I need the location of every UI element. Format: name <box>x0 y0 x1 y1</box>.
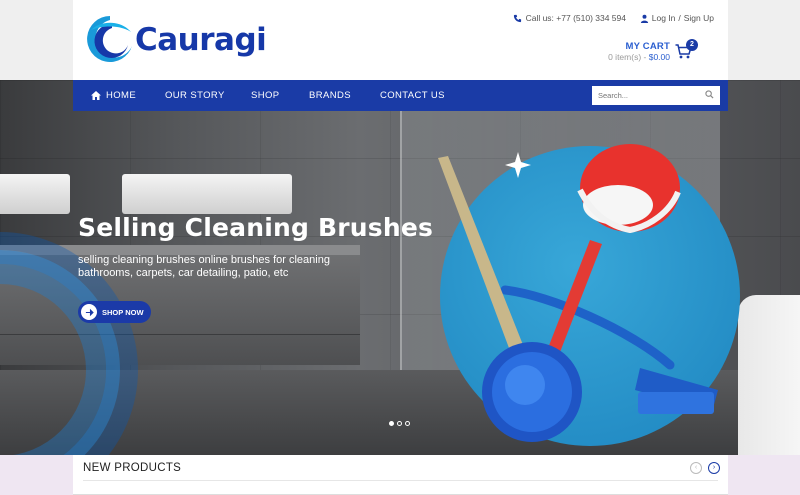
search-icon[interactable] <box>705 90 714 99</box>
hero-description: selling cleaning brushes online brushes … <box>78 254 330 279</box>
shop-now-button[interactable]: SHOP NOW <box>78 301 151 323</box>
prev-arrow-button[interactable]: ‹ <box>690 462 702 474</box>
new-products-title: NEW PRODUCTS <box>83 462 182 474</box>
cleaning-brushes-image <box>438 144 718 442</box>
cart-summary: 0 item(s) - $0.00 <box>608 52 670 62</box>
cart-items-text: 0 item(s) - <box>608 52 649 62</box>
cart-count-badge: 2 <box>686 39 698 51</box>
next-arrow-button[interactable]: › <box>708 462 720 474</box>
nav-shop[interactable]: SHOP <box>251 80 280 111</box>
nav-home[interactable]: HOME <box>91 80 136 111</box>
account-separator: / <box>678 13 681 23</box>
section-divider <box>83 480 718 481</box>
account-links: Log In / Sign Up <box>640 13 714 23</box>
user-icon <box>640 14 648 23</box>
slider-dots <box>389 421 410 426</box>
new-products-bar: NEW PRODUCTS ‹ › <box>73 455 728 495</box>
header-bar: Cauragi Call us: +77 (510) 334 594 Log I… <box>73 0 728 80</box>
mini-cart[interactable]: MY CART 0 item(s) - $0.00 2 <box>604 39 714 66</box>
nav-home-label: HOME <box>106 90 137 101</box>
logo[interactable]: Cauragi <box>83 12 267 66</box>
shop-now-label: SHOP NOW <box>102 307 144 317</box>
contact-info: Call us: +77 (510) 334 594 <box>513 13 626 23</box>
slider-dot[interactable] <box>397 421 402 426</box>
login-link[interactable]: Log In <box>652 13 676 23</box>
sink-left <box>0 174 70 214</box>
logo-text: Cauragi <box>135 22 267 58</box>
home-icon <box>91 91 101 100</box>
search-input[interactable] <box>592 86 720 105</box>
new-products-section: NEW PRODUCTS ‹ › <box>0 455 800 495</box>
cart-title[interactable]: MY CART <box>625 41 670 52</box>
logo-wave-icon <box>87 16 132 62</box>
signup-link[interactable]: Sign Up <box>684 13 714 23</box>
arrow-circle-icon <box>81 304 97 320</box>
sink-right <box>122 174 292 214</box>
call-us-text: Call us: +77 (510) 334 594 <box>525 13 626 23</box>
nav-brands[interactable]: BRANDS <box>309 80 351 111</box>
nav-contact-us[interactable]: CONTACT US <box>380 80 445 111</box>
nav-our-story[interactable]: OUR STORY <box>165 80 225 111</box>
cart-amount: $0.00 <box>648 52 670 62</box>
slider-dot[interactable] <box>405 421 410 426</box>
hand-pointer-icon <box>85 308 94 316</box>
phone-icon <box>513 14 521 22</box>
main-nav: HOME OUR STORY SHOP BRANDS CONTACT US <box>73 80 728 111</box>
header: Cauragi Call us: +77 (510) 334 594 Log I… <box>0 0 800 80</box>
slider-dot[interactable] <box>389 421 394 426</box>
hero-title: Selling Cleaning Brushes <box>78 213 434 242</box>
